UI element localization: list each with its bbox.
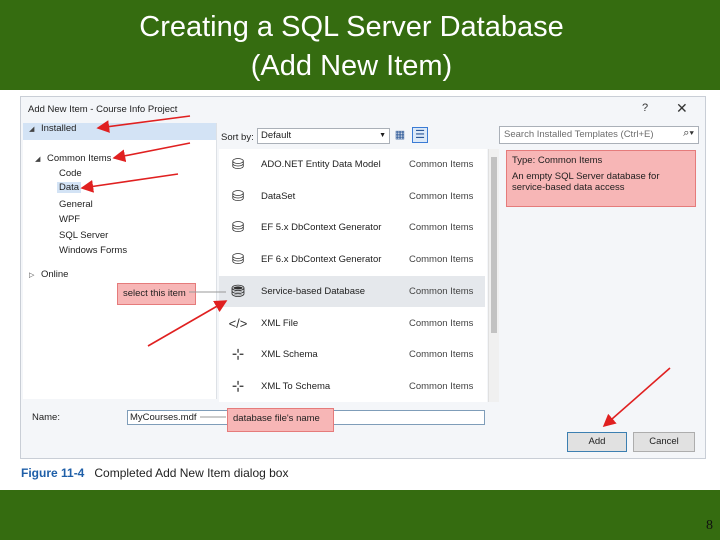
template-description: An empty SQL Server database for service… xyxy=(512,171,660,193)
tree-item-label: Installed xyxy=(41,123,77,134)
figure-caption: Figure 11-4 Completed Add New Item dialog… xyxy=(21,466,288,480)
tree-item-wpf[interactable]: WPF xyxy=(59,214,80,225)
template-row[interactable]: ⛁ DataSet Common Items xyxy=(219,181,485,212)
template-row[interactable]: ⛁ EF 6.x DbContext Generator Common Item… xyxy=(219,244,485,275)
scrollbar-thumb[interactable] xyxy=(491,157,497,333)
add-button[interactable]: Add xyxy=(567,432,627,452)
template-category: Common Items xyxy=(409,318,474,329)
tree-item-windows-forms[interactable]: Windows Forms xyxy=(59,245,127,256)
figure-number: Figure 11-4 xyxy=(21,466,85,480)
template-category: Common Items xyxy=(409,254,474,265)
template-name: XML To Schema xyxy=(261,381,331,392)
grid-view-icon[interactable]: ▦ xyxy=(393,128,407,142)
template-list-scrollbar[interactable] xyxy=(488,149,499,402)
chevron-down-icon: ▼ xyxy=(379,132,386,139)
ef-generator-icon: ⛁ xyxy=(231,251,245,268)
template-row[interactable]: ⛁ ADO.NET Entity Data Model Common Items xyxy=(219,149,485,180)
template-row[interactable]: ⊹ XML Schema Common Items xyxy=(219,339,485,370)
template-row[interactable]: </> XML File Common Items xyxy=(219,308,485,339)
template-type: Type: Common Items xyxy=(512,155,603,166)
template-row[interactable]: ⊹ XML To Schema Common Items xyxy=(219,371,485,402)
callout-file-name: database file's name xyxy=(227,408,334,432)
dialog-title: Add New Item - Course Info Project xyxy=(28,104,178,115)
add-new-item-dialog: Add New Item - Course Info Project ? ✕ ◢… xyxy=(20,96,706,459)
template-category: Common Items xyxy=(409,191,474,202)
sort-by-label: Sort by: xyxy=(221,132,254,143)
tree-item-common-items[interactable]: ◢ Common Items xyxy=(35,153,111,164)
callout-select-item: select this item xyxy=(117,283,196,305)
entity-model-icon: ⛁ xyxy=(231,156,245,173)
template-info-panel: Type: Common Items An empty SQL Server d… xyxy=(506,150,696,207)
template-category: Common Items xyxy=(409,222,474,233)
search-templates-input[interactable]: Search Installed Templates (Ctrl+E) ⌕▾ xyxy=(499,126,699,144)
template-name: XML File xyxy=(261,318,299,329)
figure-caption-text: Completed Add New Item dialog box xyxy=(94,466,289,480)
template-row-selected[interactable]: ⛃ Service-based Database Common Items xyxy=(219,276,485,307)
collapse-triangle-icon[interactable]: ◢ xyxy=(35,155,47,163)
page-number: 8 xyxy=(706,518,713,533)
category-tree: ◢ Installed ◢ Common Items Code Data Gener… xyxy=(23,123,217,399)
dataset-icon: ⛁ xyxy=(231,188,245,205)
collapse-triangle-icon[interactable]: ◢ xyxy=(29,125,41,133)
template-name: XML Schema xyxy=(261,349,318,360)
tree-item-data[interactable]: Data xyxy=(57,182,82,193)
template-category: Common Items xyxy=(409,159,474,170)
tree-item-installed[interactable]: ◢ Installed xyxy=(23,123,216,140)
slide-title-line1: Creating a SQL Server Database xyxy=(139,11,564,43)
tree-item-label: Online xyxy=(41,269,69,280)
template-name: EF 5.x DbContext Generator xyxy=(261,222,382,233)
footer-band xyxy=(0,490,720,540)
slide-title-line2: (Add New Item) xyxy=(250,50,453,82)
xml-schema-icon: ⊹ xyxy=(231,378,245,395)
database-icon: ⛃ xyxy=(230,282,246,301)
template-category: Common Items xyxy=(409,349,474,360)
template-name: ADO.NET Entity Data Model xyxy=(261,159,381,170)
xml-schema-icon: ⊹ xyxy=(231,346,245,363)
xml-file-icon: </> xyxy=(228,316,248,331)
ef-generator-icon: ⛁ xyxy=(231,219,245,236)
cancel-button[interactable]: Cancel xyxy=(633,432,695,452)
search-icon[interactable]: ⌕▾ xyxy=(683,127,694,140)
help-icon[interactable]: ? xyxy=(642,102,648,114)
slide-title: Creating a SQL Server Database (Add New … xyxy=(0,8,703,86)
tree-item-sql-server[interactable]: SQL Server xyxy=(59,230,108,241)
tree-item-online[interactable]: ▷ Online xyxy=(29,269,68,280)
expand-triangle-icon[interactable]: ▷ xyxy=(29,271,41,279)
template-category: Common Items xyxy=(409,381,474,392)
template-row[interactable]: ⛁ EF 5.x DbContext Generator Common Item… xyxy=(219,212,485,243)
tree-item-code[interactable]: Code xyxy=(59,168,82,179)
template-category: Common Items xyxy=(409,286,474,297)
tree-item-general[interactable]: General xyxy=(59,199,93,210)
close-icon[interactable]: ✕ xyxy=(676,100,688,117)
template-name: EF 6.x DbContext Generator xyxy=(261,254,382,265)
list-view-icon[interactable]: ☰ xyxy=(412,127,428,143)
sort-by-select[interactable]: Default ▼ xyxy=(257,128,390,144)
search-placeholder: Search Installed Templates (Ctrl+E) xyxy=(504,129,654,140)
template-list: ⛁ ADO.NET Entity Data Model Common Items… xyxy=(219,149,487,402)
tree-item-label: Common Items xyxy=(47,153,112,164)
template-name: Service-based Database xyxy=(261,286,366,297)
name-label: Name: xyxy=(32,412,60,423)
sort-by-value: Default xyxy=(261,130,292,141)
template-name: DataSet xyxy=(261,191,296,202)
